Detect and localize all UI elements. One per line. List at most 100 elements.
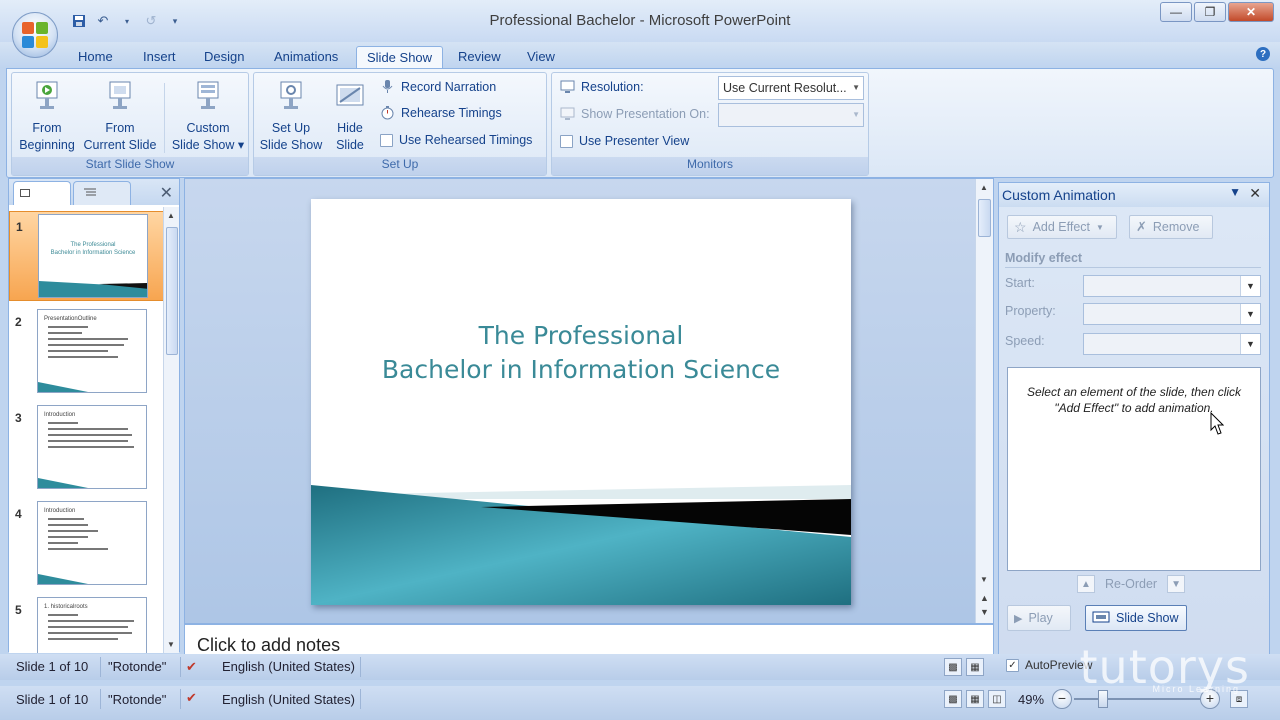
slides-scrollbar[interactable]: ▲ ▼ (163, 207, 179, 653)
move-up-icon[interactable]: ▲ (1077, 575, 1095, 593)
thumb-heading: Introduction (44, 508, 76, 514)
animation-list[interactable]: Select an element of the slide, then cli… (1007, 367, 1261, 571)
slide-show-icon (1092, 611, 1110, 623)
hide-slide-button[interactable]: Hide Slide (328, 79, 372, 154)
slide-scrollbar[interactable]: ▲ ▼ ▲ ▼ (975, 179, 993, 623)
start-select[interactable]: ▼ (1083, 275, 1261, 297)
wave-graphic (38, 574, 88, 584)
slide-show-button[interactable]: Slide Show (1085, 605, 1187, 631)
panel-tabs: ✕ (9, 179, 179, 205)
slide-title[interactable]: The Professional Bachelor in Information… (311, 319, 851, 387)
zoom-slider-track[interactable] (1074, 698, 1200, 700)
use-rehearsed-label: Use Rehearsed Timings (399, 133, 533, 147)
watermark-tagline: Micro Learning (1152, 684, 1240, 694)
tab-insert[interactable]: Insert (133, 46, 186, 69)
maximize-button[interactable]: ❐ (1194, 2, 1226, 22)
chevron-down-icon[interactable]: ▼ (1229, 185, 1241, 199)
resolution-select[interactable]: Use Current Resolut... ▼ (718, 76, 864, 100)
spellcheck-icon[interactable]: ✔ (186, 659, 197, 675)
play-icon: ▶ (1014, 612, 1023, 625)
slide-sorter-icon[interactable]: ▦ (966, 690, 984, 708)
use-presenter-view-checkbox[interactable]: Use Presenter View (560, 134, 689, 148)
minimize-button[interactable]: — (1160, 2, 1192, 22)
slide-count: Slide 1 of 10 (16, 692, 89, 707)
slide-count: Slide 1 of 10 (16, 659, 89, 674)
window-title: Professional Bachelor - Microsoft PowerP… (489, 12, 791, 29)
custom-slide-show-button[interactable]: Custom Slide Show ▾ (168, 79, 248, 154)
from-beginning-button[interactable]: From Beginning (14, 79, 80, 154)
custom-show-icon (197, 81, 219, 109)
language[interactable]: English (United States) (222, 692, 355, 707)
scroll-down-icon[interactable]: ▼ (980, 575, 988, 584)
tab-home[interactable]: Home (68, 46, 123, 69)
tab-slide-show[interactable]: Slide Show (356, 46, 444, 69)
scroll-up-icon[interactable]: ▲ (167, 211, 175, 220)
slide-title-line-2: Bachelor in Information Science (381, 355, 781, 384)
close-icon[interactable]: ✕ (1249, 185, 1261, 202)
scroll-thumb[interactable] (166, 227, 178, 355)
scroll-down-icon[interactable]: ▼ (167, 640, 175, 649)
language[interactable]: English (United States) (222, 659, 355, 674)
play-button[interactable]: ▶ Play (1007, 605, 1071, 631)
from-current-label-2: Current Slide (83, 138, 157, 152)
close-button[interactable]: ✕ (1228, 2, 1274, 22)
rehearse-timings-button[interactable]: Rehearse Timings (380, 105, 502, 120)
projector-play-icon (36, 81, 58, 109)
chevron-down-icon: ▼ (1096, 222, 1104, 232)
remove-label: Remove (1152, 220, 1200, 234)
speed-select[interactable]: ▼ (1083, 333, 1261, 355)
tab-view[interactable]: View (517, 46, 565, 69)
add-effect-button[interactable]: ☆ Add Effect ▼ (1007, 215, 1117, 239)
slide-thumbnail-icon (20, 189, 30, 197)
tab-animations[interactable]: Animations (264, 46, 348, 69)
zoom-level[interactable]: 49% (1018, 692, 1044, 707)
set-up-slide-show-button[interactable]: Set Up Slide Show (256, 79, 326, 154)
from-current-slide-button[interactable]: From Current Slide (80, 79, 160, 154)
tab-review[interactable]: Review (448, 46, 511, 69)
zoom-out-icon[interactable]: − (1052, 689, 1072, 709)
custom-label-2: Slide Show ▾ (171, 138, 245, 152)
remove-button[interactable]: ✗ Remove (1129, 215, 1213, 239)
group-set-up: Set Up Slide Show Hide Slide Record Narr… (253, 72, 547, 176)
hide-label-2: Slide (336, 138, 364, 152)
slide-thumbnail-3[interactable]: 3 Introduction (9, 403, 165, 493)
normal-view-icon[interactable]: ▩ (944, 658, 962, 676)
current-slide[interactable]: The Professional Bachelor in Information… (311, 199, 851, 605)
previous-slide-icon[interactable]: ▲ (980, 593, 989, 603)
slide-thumbnail-4[interactable]: 4 Introduction (9, 499, 165, 589)
scroll-up-icon[interactable]: ▲ (980, 183, 988, 192)
theme-name: "Rotonde" (108, 659, 167, 674)
hide-label-1: Hide (337, 121, 363, 135)
move-down-icon[interactable]: ▼ (1167, 575, 1186, 593)
show-on-text: Show Presentation On: (581, 106, 710, 121)
slide-wave-graphic (311, 485, 851, 605)
slide-thumbnail-1[interactable]: 1 The Professional Bachelor in Informatio… (9, 211, 165, 301)
tab-design[interactable]: Design (194, 46, 254, 69)
property-select[interactable]: ▼ (1083, 303, 1261, 325)
custom-animation-pane: Custom Animation ▼ ✕ ☆ Add Effect ▼ ✗ Re… (998, 182, 1270, 656)
slide-thumbnail-5[interactable]: 5 1. historicalroots (9, 595, 165, 653)
spellcheck-icon[interactable]: ✔ (186, 690, 197, 706)
use-rehearsed-timings-checkbox[interactable]: Use Rehearsed Timings (380, 133, 532, 147)
title-bar: ↶ ▾ ↺ ▾ Professional Bachelor - Microsof… (0, 0, 1280, 42)
slide-thumbnail-2[interactable]: 2 PresentationOutline (9, 307, 165, 397)
help-icon[interactable]: ? (1256, 47, 1270, 61)
normal-view-icon[interactable]: ▩ (944, 690, 962, 708)
resolution-text: Resolution: (581, 79, 644, 94)
show-presentation-on-select[interactable]: ▼ (718, 103, 864, 127)
slide-show-view-icon[interactable]: ◫ (988, 690, 1006, 708)
office-button[interactable] (12, 12, 58, 58)
from-beginning-label-1: From (32, 121, 62, 135)
tab-outline[interactable] (73, 181, 131, 205)
next-slide-icon[interactable]: ▼ (980, 607, 989, 617)
tab-slides[interactable] (13, 181, 71, 205)
thumbnail-preview: Introduction (37, 501, 147, 585)
task-pane-title: Custom Animation (1002, 187, 1116, 203)
close-icon[interactable]: ✕ (160, 183, 173, 203)
wave-graphic (38, 478, 88, 488)
notes-pane[interactable]: Click to add notes (184, 624, 994, 656)
slide-sorter-icon[interactable]: ▦ (966, 658, 984, 676)
chevron-down-icon: ▼ (1240, 276, 1260, 296)
record-narration-button[interactable]: Record Narration (380, 79, 496, 94)
scroll-thumb[interactable] (978, 199, 991, 237)
